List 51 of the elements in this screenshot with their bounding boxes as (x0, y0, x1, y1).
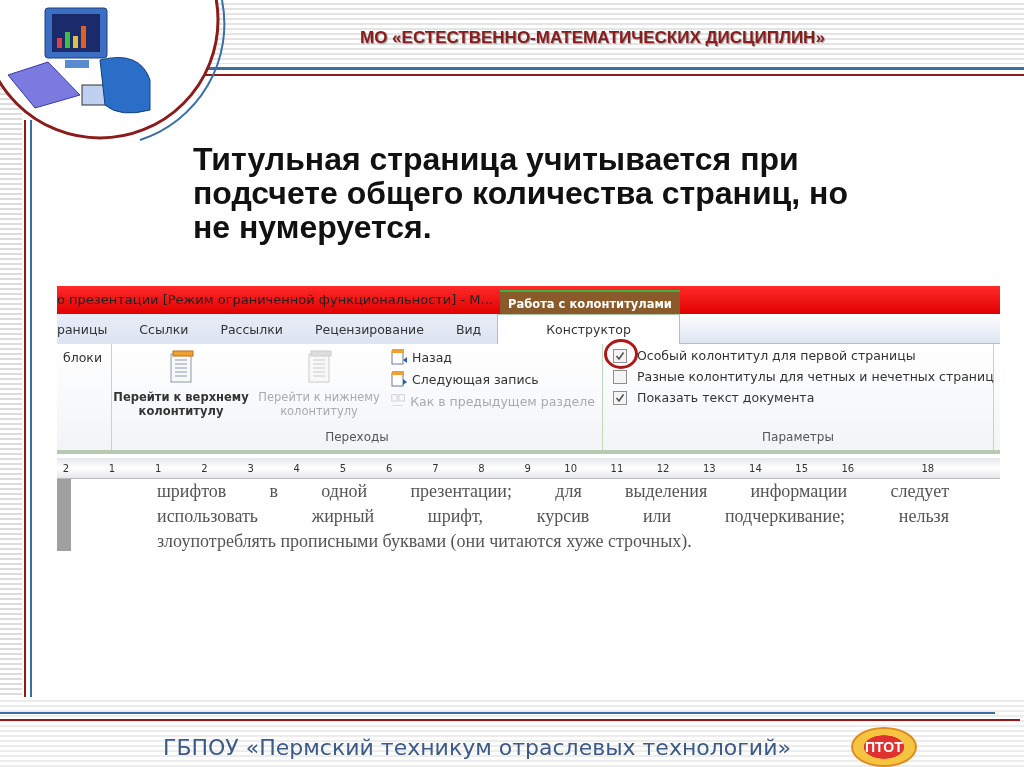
ruler-number: 3 (246, 462, 254, 474)
ruler-number: 1 (107, 462, 116, 474)
slide-header-title: МО «ЕСТЕСТВЕННО-МАТЕМАТИЧЕСКИХ ДИСЦИПЛИН» (360, 28, 825, 48)
navigation-button[interactable]: Следующая запись (390, 370, 595, 388)
group-label: Параметры (761, 430, 835, 446)
ruler-number: 10 (563, 462, 578, 474)
blocks-dropdown[interactable]: блоки (57, 344, 112, 450)
next-page-icon (390, 370, 408, 388)
ruler-number: 2 (61, 462, 69, 474)
previous-page-icon (390, 348, 408, 366)
ribbon-tab[interactable]: раницы (57, 314, 124, 344)
checkbox[interactable] (613, 369, 627, 384)
ruler-number: 12 (655, 462, 670, 474)
ruler-number: 9 (523, 462, 531, 474)
document-page-icon (305, 350, 333, 384)
document-page-icon (167, 350, 195, 384)
ruler-number: 16 (840, 462, 855, 474)
page-margin-bar (57, 479, 71, 551)
ruler-number: 8 (477, 462, 485, 474)
ribbon-tab[interactable]: Ссылки (123, 314, 205, 344)
ruler-number: 18 (920, 462, 935, 474)
ruler-number: 15 (794, 462, 808, 474)
ruler-number: 6 (384, 462, 393, 474)
footer-text: ГБПОУ «Пермский техникум отраслевых технологий» (163, 734, 791, 760)
document-text-line: шрифтов в одной презентации; для выделения информации следует (157, 480, 949, 503)
ribbon-tab[interactable]: Рецензирование (298, 314, 440, 344)
checkbox-label: Особый колонтитул для первой страницы (637, 348, 916, 363)
context-tab-group: Работа с колонтитулами (500, 290, 680, 314)
window-title: о презентации [Режим ограниченной функциональности] - М... (57, 291, 494, 309)
checkbox-label: Показать текст документа (637, 390, 815, 405)
ruler-number: 11 (609, 462, 624, 474)
ruler-number: 5 (338, 462, 347, 474)
go-to-header-button[interactable]: Перейти к верхнему колонтитулу (112, 344, 250, 430)
checkbox[interactable] (613, 390, 627, 405)
slide-heading: Титульная страница учитывается при подсчете общего количества страниц, но не нумеруется. (193, 142, 849, 244)
ruler-number: 13 (701, 462, 716, 474)
ruler-number: 4 (292, 462, 300, 474)
ribbon-tab[interactable]: Конструктор (497, 314, 680, 344)
ruler-number: 2 (200, 462, 208, 474)
college-logo: ПТОТ (850, 727, 917, 767)
ribbon-tab[interactable]: Рассылки (204, 314, 299, 344)
document-text-line: злоупотреблять прописными буквами (они читаются хуже строчных). (157, 530, 693, 551)
checkbox-label: Разные колонтитулы для четных и нечетных страниц (637, 369, 994, 384)
document-text-line: использовать жирный шрифт, курсив или подчеркивание; нельзя (157, 505, 949, 528)
checkbox[interactable] (613, 348, 627, 363)
ruler-number: 14 (748, 462, 762, 474)
group-label: Переходы (324, 430, 390, 446)
ruler-number: 1 (154, 462, 162, 474)
ruler-number: 7 (431, 462, 439, 474)
navigation-button[interactable]: Назад (390, 348, 595, 366)
ribbon-tab[interactable]: Вид (439, 314, 498, 344)
